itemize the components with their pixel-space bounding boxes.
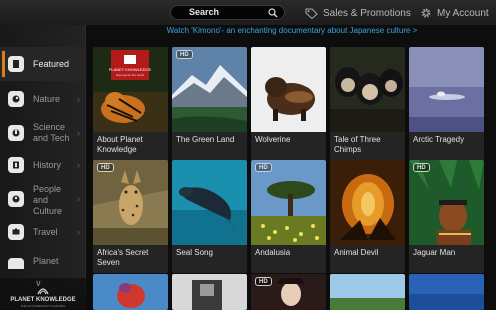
sidebar-item-people-and-culture[interactable]: People and Culture ›	[0, 182, 86, 216]
chevron-right-icon: ›	[77, 128, 80, 138]
jaguar-man-thumbnail	[409, 160, 484, 245]
animal-devil-thumbnail	[330, 160, 405, 245]
sidebar-item-label: History	[33, 160, 62, 170]
chevron-right-icon: ›	[77, 160, 80, 170]
sidebar: Featured Nature › Science and Tech › His…	[0, 25, 86, 310]
seal-thumbnail	[172, 160, 247, 245]
bird-thumbnail	[93, 274, 168, 310]
video-tile[interactable]: HD	[251, 274, 326, 310]
tag-icon	[305, 8, 318, 19]
sidebar-item-label: Science and Tech	[33, 122, 70, 143]
top-bar: Search Sales & Promotions My Account	[0, 0, 496, 25]
video-tile[interactable]: Arctic Tragedy	[409, 47, 484, 160]
planet-knowledge-logo-icon	[37, 288, 49, 295]
tile-title: Arctic Tragedy	[409, 132, 484, 160]
video-tile[interactable]	[409, 274, 484, 310]
tiger-thumbnail: PLANET KNOWLEDGE Experience the world	[93, 47, 168, 132]
video-tile[interactable]	[93, 274, 168, 310]
ocean-thumbnail	[409, 274, 484, 310]
video-tile[interactable]: PLANET KNOWLEDGE Experience the world Ab…	[93, 47, 168, 160]
active-indicator	[2, 51, 5, 77]
brand-tagline: THE DOCUMENTARY CHANNEL	[20, 304, 66, 308]
video-tile[interactable]: HD Andalusia	[251, 160, 326, 273]
promo-banner-link[interactable]: Watch 'Kimono'- an enchanting documentar…	[88, 26, 496, 40]
video-tile[interactable]: Tale of Three Chimps	[330, 47, 405, 160]
video-tile[interactable]	[330, 274, 405, 310]
video-tile[interactable]: HD Africa's Secret Seven	[93, 160, 168, 273]
planet-icon	[8, 258, 24, 269]
sidebar-item-nature[interactable]: Nature ›	[0, 82, 86, 116]
video-tile[interactable]: Seal Song	[172, 160, 247, 273]
brand-name: PLANET KNOWLEDGE	[10, 297, 76, 303]
search-icon[interactable]	[268, 8, 278, 18]
sales-promotions-button[interactable]: Sales & Promotions	[305, 5, 411, 21]
search-box[interactable]: Search	[170, 5, 285, 20]
history-icon	[8, 157, 24, 173]
people-icon	[8, 191, 24, 207]
hd-badge: HD	[255, 163, 272, 172]
tile-title: Jaguar Man	[409, 245, 484, 273]
hd-badge: HD	[97, 163, 114, 172]
hd-badge: HD	[255, 277, 272, 286]
nature-icon	[8, 91, 24, 107]
chimps-thumbnail	[330, 47, 405, 132]
travel-icon	[8, 224, 24, 240]
tile-title: About Planet Knowledge	[93, 132, 168, 160]
tile-title: The Green Land	[172, 132, 247, 160]
featured-icon	[8, 56, 24, 72]
andalusia-thumbnail	[251, 160, 326, 245]
brand-logo: ∨ PLANET KNOWLEDGE THE DOCUMENTARY CHANN…	[0, 278, 86, 310]
hd-badge: HD	[176, 50, 193, 59]
chevron-right-icon: ›	[77, 227, 80, 237]
tile-title: Andalusia	[251, 245, 326, 273]
sales-label: Sales & Promotions	[323, 7, 411, 19]
mountain-thumbnail	[172, 47, 247, 132]
sidebar-item-travel[interactable]: Travel ›	[0, 215, 86, 249]
tile-title: Animal Devil	[330, 245, 405, 273]
bw-thumbnail	[172, 274, 247, 310]
gear-icon	[421, 8, 431, 18]
landscape-thumbnail	[330, 274, 405, 310]
sidebar-item-label: People and Culture	[33, 184, 63, 216]
tile-title: Seal Song	[172, 245, 247, 273]
tile-title: Tale of Three Chimps	[330, 132, 405, 160]
sidebar-item-label: Planet	[33, 256, 59, 266]
sidebar-item-planet[interactable]: Planet	[0, 249, 86, 269]
hd-badge: HD	[413, 163, 430, 172]
my-account-button[interactable]: My Account	[420, 5, 489, 21]
video-tile[interactable]: HD Jaguar Man	[409, 160, 484, 273]
video-tile[interactable]: HD The Green Land	[172, 47, 247, 160]
chevron-right-icon: ›	[77, 94, 80, 104]
svg-text:Experience the world: Experience the world	[116, 73, 144, 77]
sidebar-item-history[interactable]: History ›	[0, 148, 86, 182]
video-tile[interactable]	[172, 274, 247, 310]
sidebar-item-label: Featured	[33, 59, 70, 69]
search-label: Search	[189, 7, 220, 17]
sidebar-item-featured[interactable]: Featured	[0, 47, 86, 81]
video-tile[interactable]: Wolverine	[251, 47, 326, 160]
tile-title: Africa's Secret Seven	[93, 245, 168, 273]
account-label: My Account	[437, 7, 489, 19]
science-icon	[8, 125, 24, 141]
serval-thumbnail	[93, 160, 168, 245]
svg-text:PLANET KNOWLEDGE: PLANET KNOWLEDGE	[109, 67, 152, 72]
tile-title: Wolverine	[251, 132, 326, 160]
sidebar-item-label: Travel	[33, 227, 58, 237]
chevron-right-icon: ›	[77, 194, 80, 204]
sidebar-item-science-and-tech[interactable]: Science and Tech ›	[0, 116, 86, 150]
arctic-thumbnail	[409, 47, 484, 132]
video-tile[interactable]: Animal Devil	[330, 160, 405, 273]
sidebar-item-label: Nature	[33, 94, 61, 104]
wolverine-thumbnail	[251, 47, 326, 132]
